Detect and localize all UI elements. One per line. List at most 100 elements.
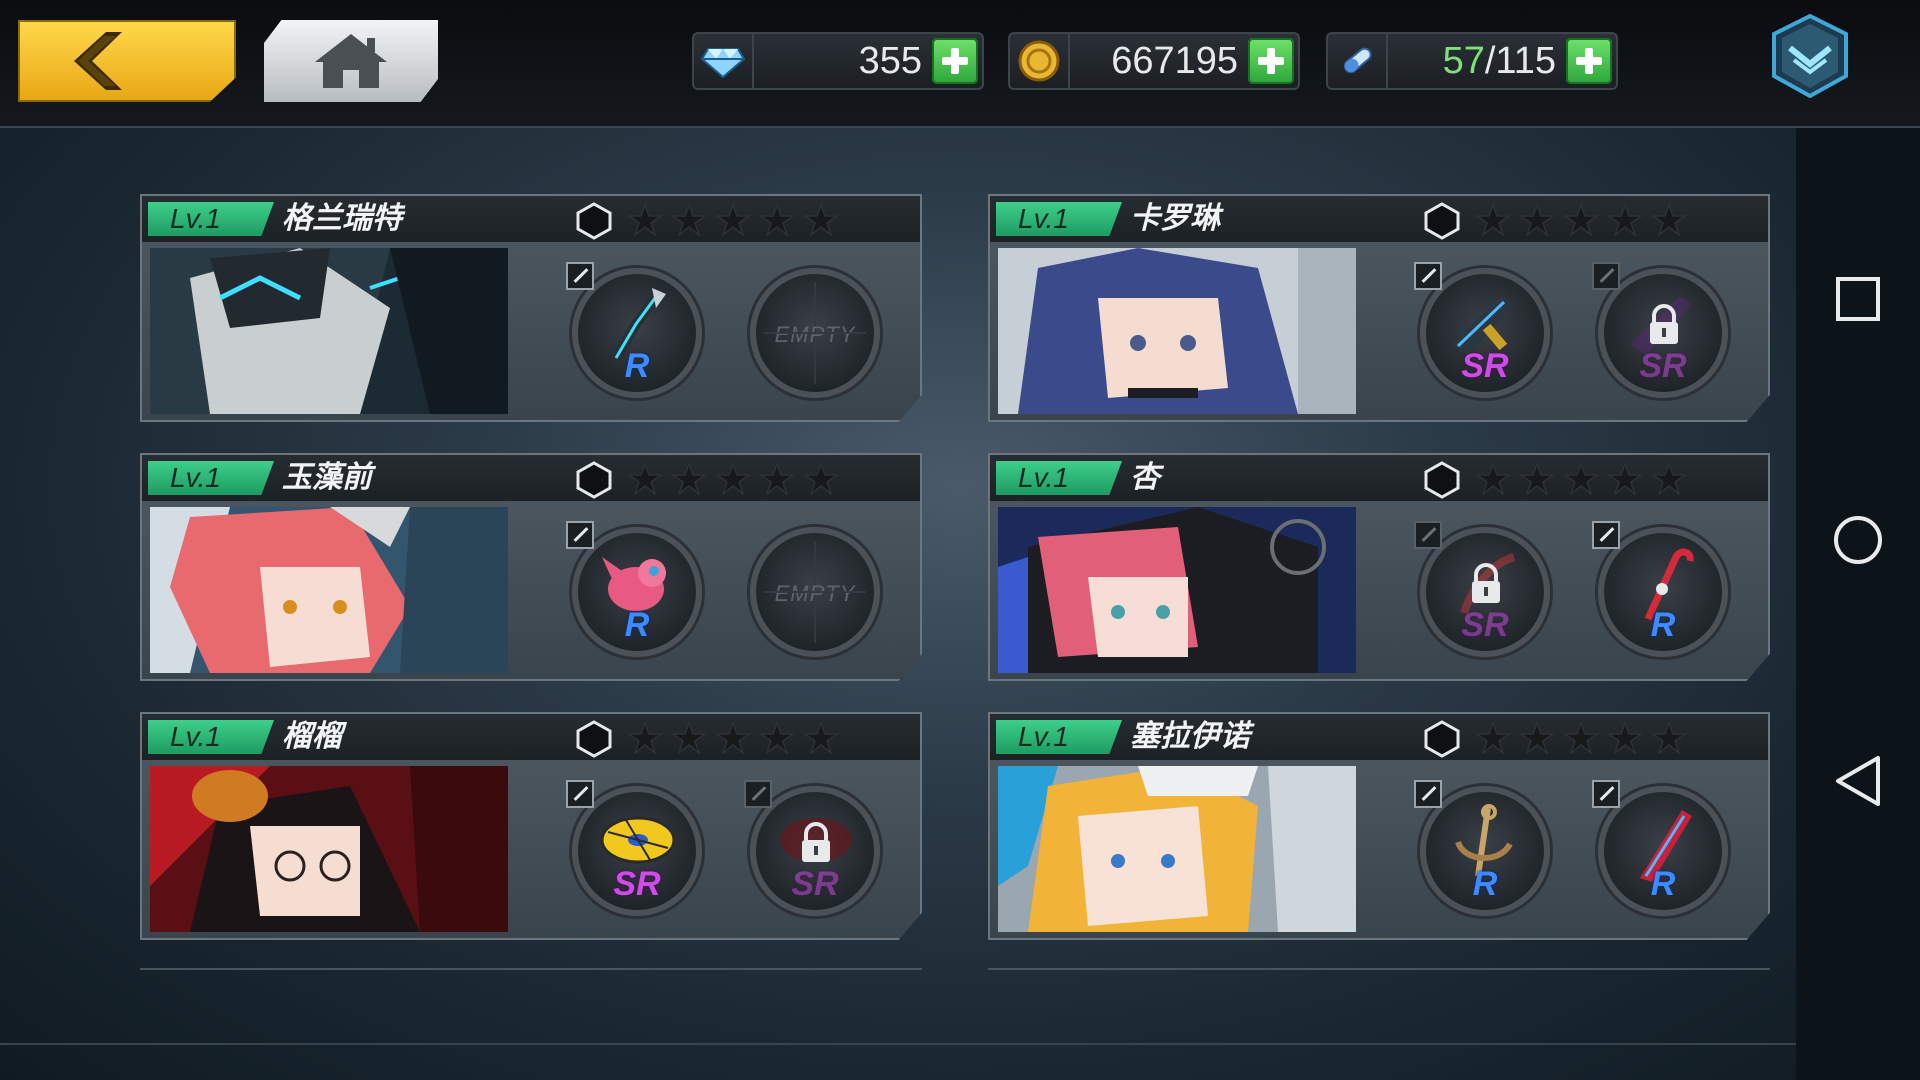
next-row-edge [140, 968, 922, 974]
edit-icon[interactable] [566, 262, 594, 290]
weapon-slot-locked[interactable]: SR [1414, 521, 1550, 657]
rarity-label: SR [1461, 606, 1509, 644]
weapon-slot-empty[interactable]: EMPTY [750, 527, 880, 657]
back-button[interactable] [18, 20, 236, 102]
edit-icon [1592, 262, 1620, 290]
star-icon [1476, 463, 1510, 495]
rank-badge-button[interactable] [1770, 13, 1850, 99]
level-badge: Lv.1 [148, 202, 274, 236]
star-icon [1520, 204, 1554, 236]
character-name: 塞拉伊诺 [1130, 719, 1250, 754]
weapon-slot-locked[interactable]: SR [744, 780, 880, 916]
character-card[interactable]: Lv.1 杏 SR R [988, 453, 1770, 681]
character-name: 格兰瑞特 [282, 201, 402, 236]
gold-counter: 667195 [1008, 32, 1300, 90]
add-stamina-button[interactable] [1566, 38, 1612, 84]
home-button[interactable] [264, 20, 438, 102]
weapon-slot[interactable]: R [566, 521, 702, 657]
lock-icon [1472, 563, 1500, 603]
star-rating [1476, 463, 1686, 495]
character-name: 玉藻前 [282, 460, 372, 495]
character-name: 榴榴 [282, 719, 342, 754]
star-rating [628, 722, 838, 754]
rarity-label: R [1650, 606, 1676, 644]
edit-icon[interactable] [1592, 780, 1620, 808]
star-icon [760, 463, 794, 495]
weapon-slot[interactable]: SR [566, 780, 702, 916]
recent-apps-button[interactable] [1796, 276, 1920, 322]
stamina-vial-icon [1343, 47, 1372, 74]
weapon-slot[interactable]: SR [1414, 262, 1550, 398]
hexagon-icon [576, 720, 612, 758]
shield-chevron-icon [1772, 13, 1848, 99]
level-badge: Lv.1 [996, 202, 1122, 236]
star-icon [1608, 204, 1642, 236]
star-icon [1652, 722, 1686, 754]
star-icon [1652, 463, 1686, 495]
hexagon-icon [576, 461, 612, 499]
circle-icon [1834, 516, 1882, 564]
star-icon [1652, 204, 1686, 236]
star-rating [628, 463, 838, 495]
rarity-label: R [1650, 865, 1676, 903]
edit-icon[interactable] [566, 780, 594, 808]
star-icon [1520, 463, 1554, 495]
weapon-slot-empty[interactable]: EMPTY [750, 268, 880, 398]
gold-coin-icon [1018, 40, 1060, 82]
rarity-label: R [624, 606, 650, 644]
character-card[interactable]: Lv.1 格兰瑞特 R EMPTY [140, 194, 922, 422]
edit-icon[interactable] [1592, 521, 1620, 549]
level-badge: Lv.1 [996, 461, 1122, 495]
character-portrait[interactable] [150, 766, 508, 932]
top-bar: 355 667195 57/115 [0, 0, 1920, 128]
character-card[interactable]: Lv.1 榴榴 SR SR [140, 712, 922, 940]
weapon-slot[interactable]: R [566, 262, 702, 398]
star-icon [716, 204, 750, 236]
hexagon-icon [576, 202, 612, 240]
stamina-counter: 57/115 [1326, 32, 1618, 90]
star-icon [628, 204, 662, 236]
character-card[interactable]: Lv.1 玉藻前 R EMPTY [140, 453, 922, 681]
character-card[interactable]: Lv.1 塞拉伊诺 R R [988, 712, 1770, 940]
star-icon [1608, 722, 1642, 754]
character-portrait[interactable] [998, 507, 1356, 673]
rarity-label: SR [1461, 347, 1509, 385]
add-gems-button[interactable] [932, 38, 978, 84]
weapon-slot-locked[interactable]: SR [1592, 262, 1728, 398]
edit-icon[interactable] [566, 521, 594, 549]
square-icon [1836, 277, 1880, 321]
weapon-slot[interactable]: R [1592, 780, 1728, 916]
system-nav-bar [1796, 128, 1920, 1080]
character-portrait[interactable] [150, 248, 508, 414]
diamond-icon [700, 48, 746, 79]
star-icon [672, 204, 706, 236]
weapon-slot[interactable]: R [1592, 521, 1728, 657]
level-badge: Lv.1 [996, 720, 1122, 754]
chevron-left-icon [74, 32, 122, 90]
star-icon [804, 722, 838, 754]
character-portrait[interactable] [998, 248, 1356, 414]
star-rating [1476, 722, 1686, 754]
back-nav-button[interactable] [1796, 754, 1920, 808]
rarity-label: SR [791, 865, 839, 903]
star-icon [1520, 722, 1554, 754]
star-rating [1476, 204, 1686, 236]
star-icon [672, 722, 706, 754]
home-nav-button[interactable] [1796, 514, 1920, 566]
character-name: 卡罗琳 [1130, 201, 1220, 236]
gems-value: 355 [858, 39, 922, 82]
gems-counter: 355 [692, 32, 984, 90]
lock-icon [1650, 304, 1678, 344]
edit-icon[interactable] [1414, 780, 1442, 808]
character-portrait[interactable] [150, 507, 508, 673]
edit-icon[interactable] [1414, 262, 1442, 290]
star-icon [716, 722, 750, 754]
hexagon-icon [1424, 720, 1460, 758]
lock-icon [802, 822, 830, 862]
weapon-slot[interactable]: R [1414, 780, 1550, 916]
character-portrait[interactable] [998, 766, 1356, 932]
add-gold-button[interactable] [1248, 38, 1294, 84]
star-icon [1608, 463, 1642, 495]
star-icon [1476, 204, 1510, 236]
character-card[interactable]: Lv.1 卡罗琳 SR SR [988, 194, 1770, 422]
